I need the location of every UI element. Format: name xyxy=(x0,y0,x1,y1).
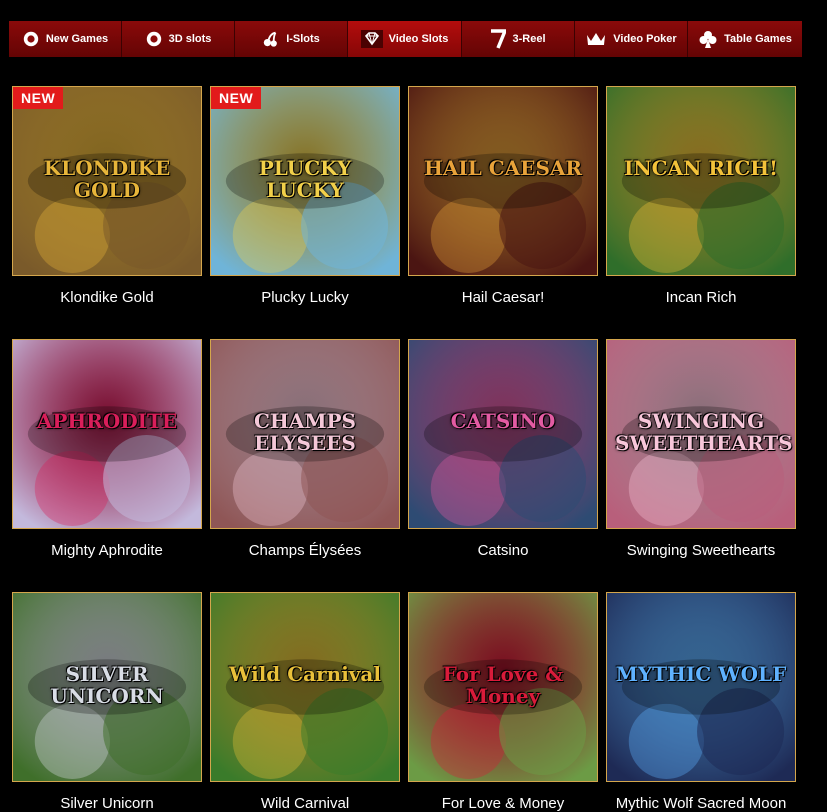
game-logo-text: APHRODITE xyxy=(36,409,178,433)
game-thumbnail[interactable]: PLUCKY LUCKY NEW xyxy=(210,86,400,276)
game-title[interactable]: Mythic Wolf Sacred Moon xyxy=(600,795,802,812)
game-title[interactable]: Klondike Gold xyxy=(6,289,208,306)
game-artwork xyxy=(13,340,201,528)
game-title[interactable]: For Love & Money xyxy=(402,795,604,812)
poker-chip-icon xyxy=(22,30,40,48)
game-title[interactable]: Silver Unicorn xyxy=(6,795,208,812)
game-thumbnail[interactable]: SWINGING SWEETHEARTS xyxy=(606,339,796,529)
game-thumbnail[interactable]: KLONDIKE GOLD NEW xyxy=(12,86,202,276)
new-badge: NEW xyxy=(13,87,64,109)
crown-icon xyxy=(585,30,607,48)
nav-3-reel[interactable]: 3-Reel xyxy=(462,21,575,57)
game-title[interactable]: Plucky Lucky xyxy=(204,289,406,306)
game-logo-text: CHAMPS ELYSEES xyxy=(254,409,356,455)
nav-video-slots[interactable]: Video Slots xyxy=(348,21,462,57)
game-thumbnail[interactable]: APHRODITE xyxy=(12,339,202,529)
nav-label: Table Games xyxy=(724,33,792,45)
game-logo-text: HAIL CAESAR xyxy=(423,156,583,180)
game-thumbnail[interactable]: CHAMPS ELYSEES xyxy=(210,339,400,529)
game-artwork xyxy=(607,593,795,781)
game-artwork xyxy=(409,87,597,275)
nav-new-games[interactable]: New Games xyxy=(9,21,122,57)
game-logo-text: INCAN RICH! xyxy=(624,156,778,180)
game-logo-text: For Love & Money xyxy=(442,662,564,708)
game-thumbnail[interactable]: HAIL CAESAR xyxy=(408,86,598,276)
game-title[interactable]: Wild Carnival xyxy=(204,795,406,812)
game-title[interactable]: Champs Élysées xyxy=(204,542,406,559)
game-thumbnail[interactable]: CATSINO xyxy=(408,339,598,529)
game-logo-text: SWINGING SWEETHEARTS xyxy=(615,409,793,455)
nav-i-slots[interactable]: I-Slots xyxy=(235,21,348,57)
category-nav: New Games 3D slots I-Slots Video Slots 3… xyxy=(9,21,802,57)
nav-label: I-Slots xyxy=(286,33,320,45)
nav-label: Video Poker xyxy=(613,33,677,45)
game-title[interactable]: Catsino xyxy=(402,542,604,559)
game-thumbnail[interactable]: SILVER UNICORN xyxy=(12,592,202,782)
nav-video-poker[interactable]: Video Poker xyxy=(575,21,688,57)
cherry-icon xyxy=(262,30,280,48)
game-artwork xyxy=(409,340,597,528)
game-title[interactable]: Mighty Aphrodite xyxy=(6,542,208,559)
club-icon xyxy=(698,29,718,49)
game-logo-text: Wild Carnival xyxy=(229,662,381,686)
game-logo-text: KLONDIKE GOLD xyxy=(43,156,171,202)
nav-3d-slots[interactable]: 3D slots xyxy=(122,21,235,57)
nav-label: 3D slots xyxy=(168,33,212,45)
diamond-icon xyxy=(360,30,383,48)
nav-label: 3-Reel xyxy=(512,33,546,45)
seven-icon xyxy=(490,29,507,49)
nav-label: New Games xyxy=(45,33,109,45)
game-logo-text: CATSINO xyxy=(450,409,556,433)
game-title[interactable]: Hail Caesar! xyxy=(402,289,604,306)
game-logo-text: MYTHIC WOLF xyxy=(615,662,787,686)
new-badge: NEW xyxy=(211,87,262,109)
nav-label: Video Slots xyxy=(388,33,449,45)
game-artwork xyxy=(211,593,399,781)
game-thumbnail[interactable]: Wild Carnival xyxy=(210,592,400,782)
game-title[interactable]: Incan Rich xyxy=(600,289,802,306)
game-logo-text: PLUCKY LUCKY xyxy=(258,156,352,202)
poker-chip-icon xyxy=(145,30,163,48)
game-artwork xyxy=(607,87,795,275)
game-thumbnail[interactable]: For Love & Money xyxy=(408,592,598,782)
nav-table-games[interactable]: Table Games xyxy=(688,21,802,57)
game-thumbnail[interactable]: MYTHIC WOLF xyxy=(606,592,796,782)
game-logo-text: SILVER UNICORN xyxy=(50,662,164,708)
game-thumbnail[interactable]: INCAN RICH! xyxy=(606,86,796,276)
game-title[interactable]: Swinging Sweethearts xyxy=(600,542,802,559)
